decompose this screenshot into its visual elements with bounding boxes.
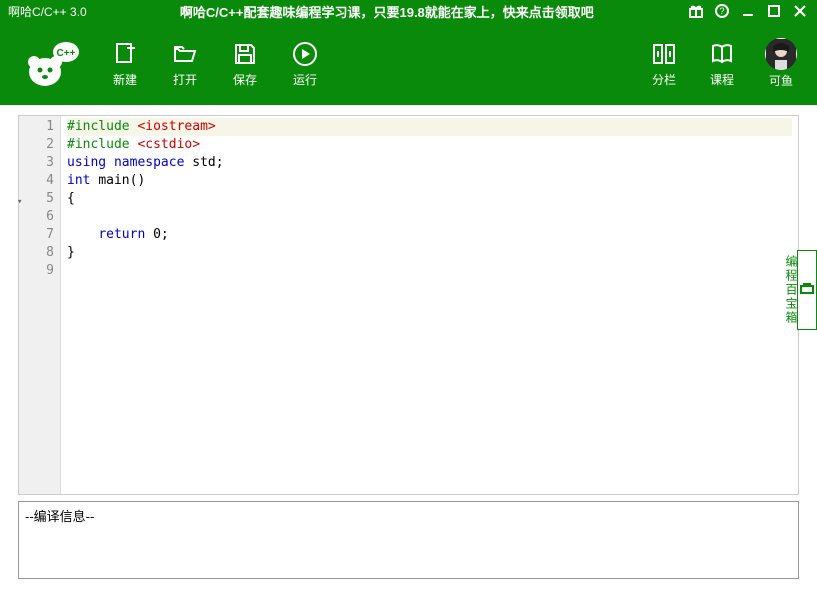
code-line[interactable]: } (67, 244, 792, 262)
user-button[interactable]: 可鱼 (765, 38, 797, 89)
svg-text:C++: C++ (57, 48, 76, 59)
avatar (765, 38, 797, 70)
app-logo: C++ (20, 34, 80, 94)
line-number: 2 (19, 136, 54, 154)
save-label: 保存 (233, 71, 257, 88)
app-title: 啊哈C/C++ 3.0 (8, 3, 87, 20)
output-title: --编译信息-- (25, 506, 792, 525)
code-line[interactable] (67, 208, 792, 226)
promo-banner[interactable]: 啊哈C/C++配套趣味编程学习课，只要19.8就能在家上，快来点击领取吧 (87, 2, 687, 21)
line-number: 1 (19, 118, 54, 136)
line-number: 9 (19, 262, 54, 280)
sidebar-label: 编程百宝箱 (784, 255, 798, 325)
code-line[interactable]: int main() (67, 172, 792, 190)
run-label: 运行 (293, 71, 317, 88)
open-label: 打开 (173, 71, 197, 88)
line-number: 8 (19, 244, 54, 262)
course-button[interactable]: 课程 (707, 39, 737, 88)
maximize-icon[interactable] (765, 2, 783, 20)
toolbox-icon (800, 255, 814, 321)
line-number: 4 (19, 172, 54, 190)
course-label: 课程 (710, 71, 734, 88)
close-icon[interactable] (791, 2, 809, 20)
run-icon (290, 39, 320, 69)
split-icon (649, 39, 679, 69)
code-area[interactable]: #include <iostream>#include <cstdio>usin… (61, 116, 798, 494)
output-panel: --编译信息-- (18, 501, 799, 579)
open-icon (170, 39, 200, 69)
new-button[interactable]: 新建 (110, 39, 140, 88)
user-label: 可鱼 (769, 72, 793, 89)
line-gutter: 12345▾6789 (19, 116, 61, 494)
line-number: 5▾ (19, 190, 54, 208)
code-line[interactable]: using namespace std; (67, 154, 792, 172)
gift-icon[interactable] (687, 2, 705, 20)
open-button[interactable]: 打开 (170, 39, 200, 88)
new-icon (110, 39, 140, 69)
toolbar-right: 分栏 课程 可鱼 (649, 38, 797, 89)
toolbar: C++ 新建 打开 保存 运行 分栏 (0, 22, 817, 105)
split-button[interactable]: 分栏 (649, 39, 679, 88)
toolbar-left: 新建 打开 保存 运行 (110, 39, 320, 88)
svg-text:?: ? (719, 6, 724, 16)
line-number: 7 (19, 226, 54, 244)
header: 啊哈C/C++ 3.0 啊哈C/C++配套趣味编程学习课，只要19.8就能在家上… (0, 0, 817, 105)
code-line[interactable] (67, 262, 792, 280)
line-number: 6 (19, 208, 54, 226)
split-label: 分栏 (652, 71, 676, 88)
editor: 12345▾6789 #include <iostream>#include <… (18, 115, 799, 495)
code-line[interactable]: #include <iostream> (67, 118, 792, 136)
minimize-icon[interactable] (739, 2, 757, 20)
run-button[interactable]: 运行 (290, 39, 320, 88)
code-line[interactable]: #include <cstdio> (67, 136, 792, 154)
titlebar: 啊哈C/C++ 3.0 啊哈C/C++配套趣味编程学习课，只要19.8就能在家上… (0, 0, 817, 22)
code-line[interactable]: { (67, 190, 792, 208)
sidebar-tab[interactable]: 编程百宝箱 (797, 250, 817, 330)
save-button[interactable]: 保存 (230, 39, 260, 88)
new-label: 新建 (113, 71, 137, 88)
code-line[interactable]: return 0; (67, 226, 792, 244)
window-controls: ? (687, 2, 809, 20)
help-icon[interactable]: ? (713, 2, 731, 20)
line-number: 3 (19, 154, 54, 172)
course-icon (707, 39, 737, 69)
save-icon (230, 39, 260, 69)
